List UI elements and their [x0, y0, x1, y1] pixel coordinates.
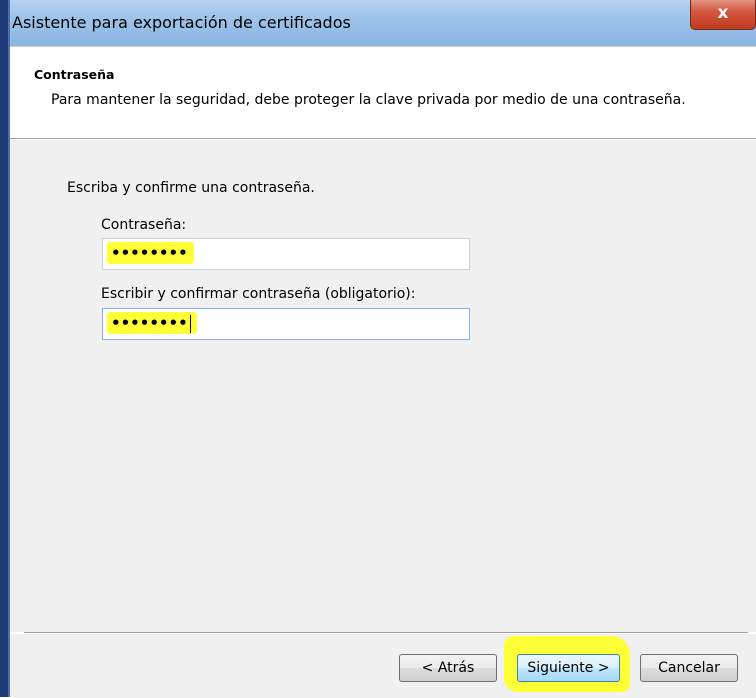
instruction-text: Escriba y confirme una contraseña. [67, 180, 315, 196]
wizard-dialog: Contraseña Para mantener la seguridad, d… [10, 46, 756, 698]
next-button[interactable]: Siguiente > [517, 654, 620, 682]
page-title: Contraseña [34, 67, 115, 82]
page-description: Para mantener la seguridad, debe protege… [51, 92, 686, 108]
wizard-footer: < Atrás Siguiente > Cancelar [10, 634, 756, 698]
password-label: Contraseña: [101, 217, 187, 233]
wizard-content: Escriba y confirme una contraseña. Contr… [10, 140, 756, 632]
window-left-border [0, 0, 10, 697]
close-button[interactable]: x [690, 0, 756, 30]
confirm-password-text: •••••••• [111, 314, 188, 332]
cancel-button[interactable]: Cancelar [640, 654, 738, 682]
password-field[interactable]: •••••••• [102, 238, 470, 270]
close-icon: x [717, 3, 729, 23]
window-title: Asistente para exportación de certificad… [12, 13, 351, 32]
confirm-password-field[interactable]: •••••••• [102, 308, 470, 340]
confirm-password-value: •••••••• [107, 312, 197, 334]
text-caret [189, 314, 191, 333]
back-button[interactable]: < Atrás [399, 654, 497, 682]
wizard-header: Contraseña Para mantener la seguridad, d… [10, 47, 756, 138]
title-bar: Asistente para exportación de certificad… [0, 0, 756, 46]
password-value: •••••••• [107, 242, 194, 264]
confirm-password-label: Escribir y confirmar contraseña (obligat… [101, 286, 416, 302]
